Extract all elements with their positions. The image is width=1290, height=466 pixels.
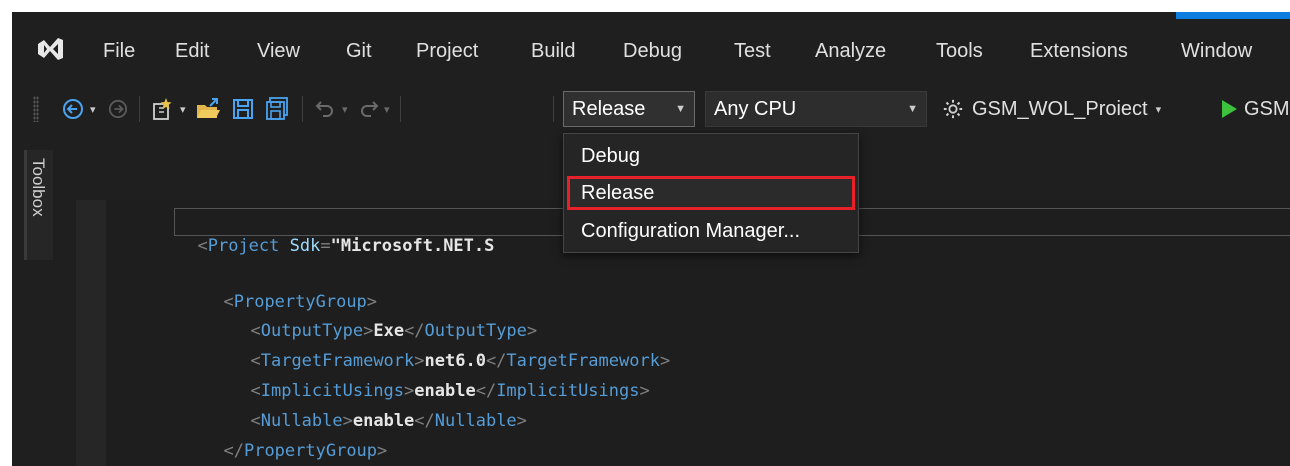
menu-analyze[interactable]: Analyze — [815, 38, 886, 64]
menu-bar: File Edit View Git Project Build Debug T… — [12, 26, 1290, 76]
dropdown-option-release[interactable]: Release — [567, 176, 855, 210]
save-all-icon[interactable] — [263, 95, 291, 123]
toolbar-separator — [400, 96, 401, 122]
visual-studio-logo-icon[interactable] — [36, 36, 64, 62]
toolbar-grip-handle[interactable] — [33, 96, 39, 122]
toolbar-separator — [553, 96, 554, 122]
solution-platform-combo[interactable]: Any CPU ▼ — [705, 91, 927, 127]
menu-build[interactable]: Build — [531, 38, 575, 64]
undo-chevron-down-icon[interactable]: ▾ — [342, 104, 348, 116]
menu-git[interactable]: Git — [346, 38, 372, 64]
toolbox-tab-label: Toolbox — [29, 158, 48, 217]
dropdown-option-debug[interactable]: Debug — [567, 139, 855, 173]
navigate-forward-icon[interactable] — [106, 95, 130, 123]
navigate-back-icon[interactable] — [60, 95, 86, 123]
code-line-propertygroup-close: </PropertyGroup> — [223, 441, 388, 461]
start-debugging-button[interactable]: GSM — [1220, 95, 1290, 123]
menu-view[interactable]: View — [257, 38, 300, 64]
chevron-down-icon: ▼ — [907, 103, 918, 115]
menu-project[interactable]: Project — [416, 38, 478, 64]
solution-configuration-dropdown: Debug Release Configuration Manager... — [563, 133, 859, 253]
code-line-project: <Project Sdk="Microsoft.NET.S — [197, 236, 495, 256]
startup-project-selector[interactable]: GSM_WOL_Proiect ▾ — [942, 95, 1161, 123]
editor-indicator-margin — [76, 200, 106, 466]
menu-debug[interactable]: Debug — [623, 38, 682, 64]
startup-project-name: GSM_WOL_Proiect — [972, 97, 1148, 120]
new-project-icon[interactable] — [149, 95, 177, 123]
undo-icon[interactable] — [312, 95, 338, 123]
solution-configuration-combo[interactable]: Release ▼ — [563, 91, 695, 127]
standard-toolbar: ▾ ▾ ▾ ▾ Release ▼ Any CPU ▼ GSM_WOL_Proi… — [12, 84, 1290, 134]
menu-tools[interactable]: Tools — [936, 38, 983, 64]
start-debugging-label: GSM — [1244, 97, 1290, 120]
toolbar-separator — [302, 96, 303, 122]
menu-edit[interactable]: Edit — [175, 38, 209, 64]
gear-icon — [942, 98, 964, 120]
chevron-down-icon: ▾ — [1155, 103, 1162, 116]
title-accent-strip — [1176, 12, 1290, 19]
menu-test[interactable]: Test — [734, 38, 771, 64]
chevron-down-icon: ▼ — [675, 103, 686, 115]
navigate-back-chevron-down-icon[interactable]: ▾ — [90, 104, 96, 116]
save-icon[interactable] — [230, 95, 256, 123]
open-folder-icon[interactable] — [194, 95, 222, 123]
new-project-chevron-down-icon[interactable]: ▾ — [180, 104, 186, 116]
solution-configuration-value: Release — [572, 98, 646, 120]
redo-icon[interactable] — [356, 95, 382, 123]
solution-platform-value: Any CPU — [714, 98, 797, 120]
dropdown-option-configuration-manager[interactable]: Configuration Manager... — [567, 214, 855, 248]
redo-chevron-down-icon[interactable]: ▾ — [384, 104, 390, 116]
play-icon — [1220, 99, 1238, 119]
menu-extensions[interactable]: Extensions — [1030, 38, 1128, 64]
menu-window[interactable]: Window — [1181, 38, 1252, 64]
menu-file[interactable]: File — [103, 38, 135, 64]
toolbar-separator — [139, 96, 140, 122]
